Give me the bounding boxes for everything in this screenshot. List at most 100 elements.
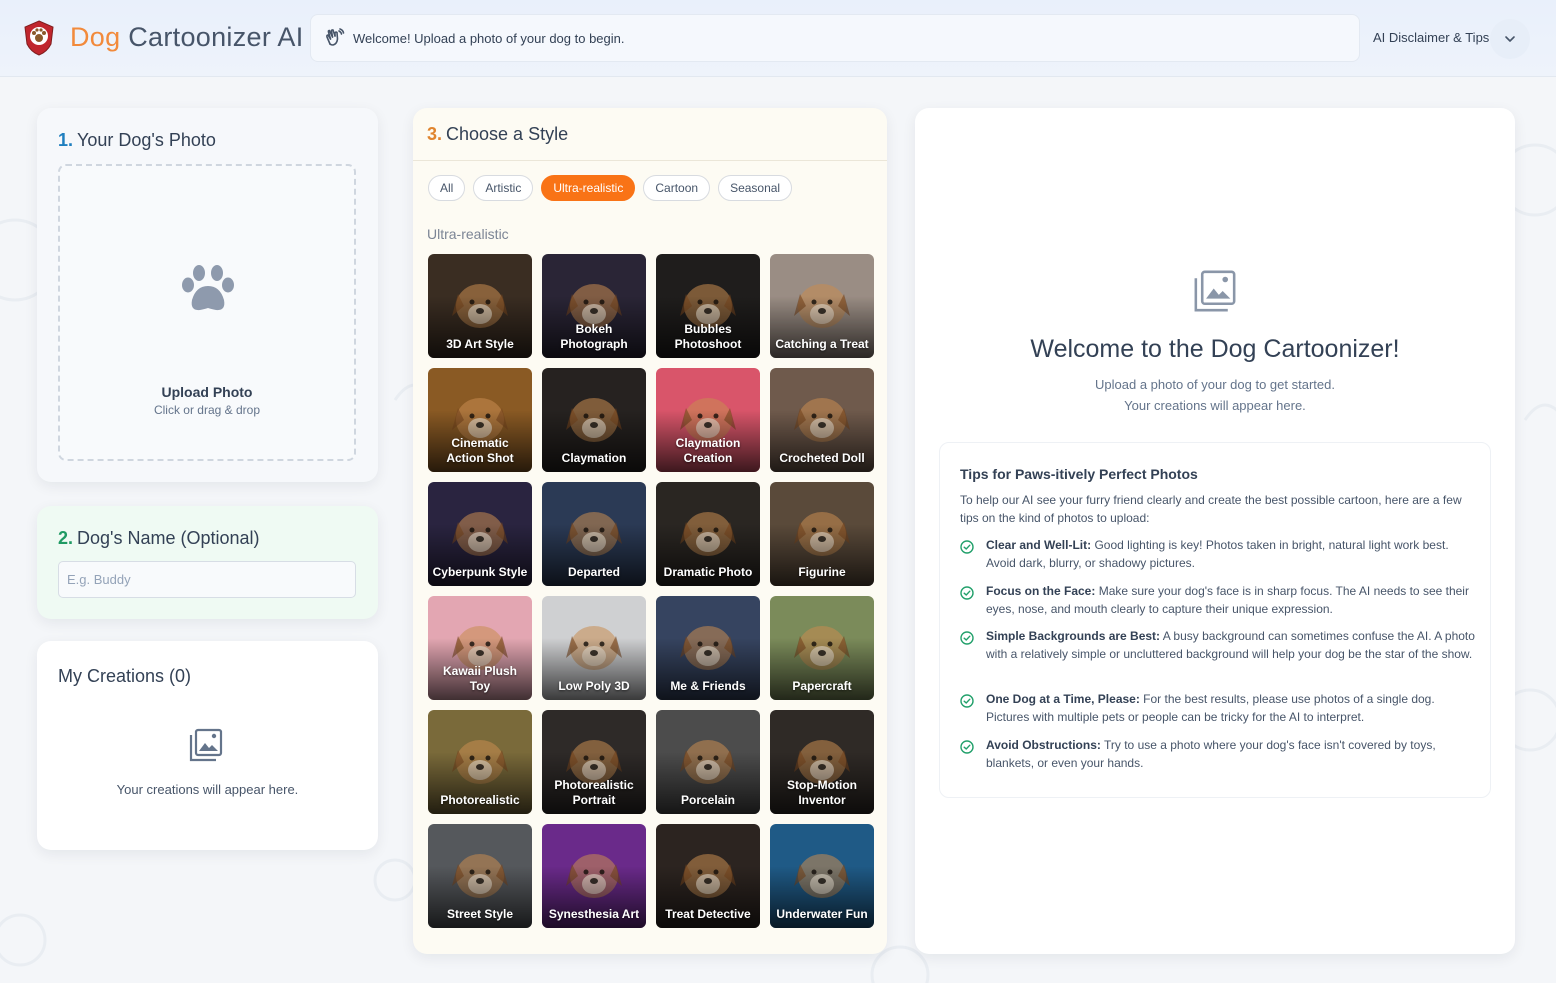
- style-tile-dramatic-photo[interactable]: Dramatic Photo: [656, 482, 760, 586]
- style-tile-claymation[interactable]: Claymation: [542, 368, 646, 472]
- style-tile-label: Me & Friends: [670, 679, 746, 693]
- creations-title: My Creations (0): [58, 666, 192, 686]
- welcome-subtitle-line: Upload a photo of your dog to get starte…: [1095, 377, 1335, 392]
- check-circle-icon: [960, 586, 974, 600]
- style-tile-bubbles-photoshoot[interactable]: Bubbles Photoshoot: [656, 254, 760, 358]
- tip-text: Simple Backgrounds are Best: A busy back…: [986, 628, 1478, 663]
- style-tile-papercraft[interactable]: Papercraft: [770, 596, 874, 700]
- dog-name-input[interactable]: [58, 561, 356, 598]
- style-tile-stop-motion-inventor[interactable]: Stop-Motion Inventor: [770, 710, 874, 814]
- style-tile-label: Bubbles Photoshoot: [674, 322, 742, 351]
- tip-heading: Focus on the Face:: [986, 584, 1096, 598]
- style-tile-label: Crocheted Doll: [779, 451, 865, 465]
- style-chooser-card: 3. Choose a Style All Artistic Ultra-realis…: [413, 108, 887, 954]
- upload-hint: Click or drag & drop: [153, 403, 261, 417]
- tip-text: Clear and Well-Lit: Good lighting is key…: [986, 537, 1478, 572]
- style-tile-label: Bokeh Photograph: [560, 322, 628, 351]
- style-tile-claymation-creation[interactable]: Claymation Creation: [656, 368, 760, 472]
- tip-heading: One Dog at a Time, Please:: [986, 692, 1140, 706]
- style-tile-me-friends[interactable]: Me & Friends: [656, 596, 760, 700]
- style-tile-photorealistic[interactable]: Photorealistic: [428, 710, 532, 814]
- filter-tab-cartoon[interactable]: Cartoon: [643, 175, 711, 201]
- style-tile-label: Cinematic Action Shot: [446, 436, 514, 465]
- result-panel: Welcome to the Dog Cartoonizer! Upload a…: [915, 108, 1515, 954]
- step-number: 1.: [58, 130, 74, 150]
- disclaimer-toggle-label[interactable]: AI Disclaimer & Tips: [1373, 30, 1489, 45]
- style-tile-label: Dramatic Photo: [663, 565, 753, 579]
- check-circle-icon: [960, 631, 974, 645]
- tips-box: Tips for Paws-itively Perfect Photos To …: [939, 442, 1491, 798]
- style-tile-label: Synesthesia Art: [548, 907, 640, 921]
- style-tile-label: 3D Art Style: [446, 337, 514, 351]
- style-tile-photorealistic-portrait[interactable]: Photorealistic Portrait: [542, 710, 646, 814]
- style-tile-bokeh-photograph[interactable]: Bokeh Photograph: [542, 254, 646, 358]
- style-tile-treat-detective[interactable]: Treat Detective: [656, 824, 760, 928]
- welcome-subtitle: Upload a photo of your dog to get starte…: [915, 374, 1515, 416]
- disclaimer-toggle-button[interactable]: [1490, 19, 1530, 59]
- style-tile-synesthesia-art[interactable]: Synesthesia Art: [542, 824, 646, 928]
- photo-card-title-text: Your Dog's Photo: [77, 130, 216, 150]
- style-tile-kawaii-plush-toy[interactable]: Kawaii Plush Toy: [428, 596, 532, 700]
- tips-title: Tips for Paws-itively Perfect Photos: [960, 466, 1198, 482]
- my-creations-card: My Creations (0) Your creations will app…: [37, 641, 378, 850]
- image-gallery-icon: [189, 728, 223, 762]
- step-number: 2.: [58, 528, 74, 548]
- name-card-title: 2. Dog's Name (Optional): [58, 528, 260, 549]
- style-tile-3d-art-style[interactable]: 3D Art Style: [428, 254, 532, 358]
- creations-empty-text: Your creations will appear here.: [116, 782, 299, 797]
- photo-upload-card: 1. Your Dog's Photo Upload Photo Click or…: [37, 108, 378, 482]
- style-card-title: 3. Choose a Style: [427, 124, 568, 145]
- dog-name-card: 2. Dog's Name (Optional): [37, 506, 378, 619]
- style-tile-catching-a-treat[interactable]: Catching a Treat: [770, 254, 874, 358]
- filter-tab-all[interactable]: All: [428, 175, 466, 201]
- style-tile-label: Stop-Motion Inventor: [787, 778, 857, 807]
- tip-text: Avoid Obstructions: Try to use a photo w…: [986, 737, 1478, 772]
- tip-heading: Avoid Obstructions:: [986, 738, 1101, 752]
- welcome-subtitle-line: Your creations will appear here.: [1124, 398, 1306, 413]
- tip-heading: Clear and Well-Lit:: [986, 538, 1092, 552]
- status-bar: Welcome! Upload a photo of your dog to b…: [310, 14, 1360, 62]
- style-tile-label: Underwater Fun: [776, 907, 868, 921]
- style-tile-departed[interactable]: Departed: [542, 482, 646, 586]
- style-tile-crocheted-doll[interactable]: Crocheted Doll: [770, 368, 874, 472]
- style-tile-street-style[interactable]: Street Style: [428, 824, 532, 928]
- welcome-title: Welcome to the Dog Cartoonizer!: [1030, 335, 1400, 363]
- style-filter-tabs: All Artistic Ultra-realistic Cartoon Seasona…: [428, 175, 793, 201]
- filter-tab-artistic[interactable]: Artistic: [473, 175, 534, 201]
- check-circle-icon: [960, 740, 974, 754]
- style-tile-label: Street Style: [446, 907, 514, 921]
- tip-text: Focus on the Face: Make sure your dog's …: [986, 583, 1478, 618]
- style-tile-label: Kawaii Plush Toy: [442, 664, 518, 693]
- style-tile-label: Claymation Creation: [675, 436, 741, 465]
- style-tile-figurine[interactable]: Figurine: [770, 482, 874, 586]
- style-grid: 3D Art Style Bokeh Photograph Bubbles Phot…: [428, 254, 874, 928]
- divider: [413, 160, 887, 161]
- check-circle-icon: [960, 694, 974, 708]
- style-tile-underwater-fun[interactable]: Underwater Fun: [770, 824, 874, 928]
- wave-hand-icon: [326, 28, 345, 46]
- style-tile-label: Papercraft: [792, 679, 852, 693]
- style-tile-label: Cyberpunk Style: [432, 565, 528, 579]
- step-number: 3.: [427, 124, 443, 144]
- style-tile-label: Low Poly 3D: [558, 679, 630, 693]
- name-card-title-text: Dog's Name (Optional): [77, 528, 260, 548]
- photo-dropzone[interactable]: Upload Photo Click or drag & drop: [58, 164, 356, 461]
- app-header: Dog Cartoonizer AI Welcome! Upload a pho…: [0, 0, 1556, 77]
- style-tile-label: Figurine: [798, 565, 846, 579]
- style-tile-label: Catching a Treat: [775, 337, 869, 351]
- filter-tab-seasonal[interactable]: Seasonal: [718, 175, 793, 201]
- tip-heading: Simple Backgrounds are Best:: [986, 629, 1161, 643]
- style-tile-cinematic-action-shot[interactable]: Cinematic Action Shot: [428, 368, 532, 472]
- style-tile-porcelain[interactable]: Porcelain: [656, 710, 760, 814]
- filter-tab-ultra-realistic[interactable]: Ultra-realistic: [541, 175, 636, 201]
- style-tile-label: Claymation: [561, 451, 627, 465]
- check-circle-icon: [960, 540, 974, 554]
- tip-text: One Dog at a Time, Please: For the best …: [986, 691, 1478, 726]
- dog-badge-logo: [24, 20, 54, 56]
- style-tile-label: Photorealistic: [440, 793, 520, 807]
- style-section-label: Ultra-realistic: [427, 226, 509, 242]
- style-tile-low-poly-3d[interactable]: Low Poly 3D: [542, 596, 646, 700]
- style-tile-cyberpunk-style[interactable]: Cyberpunk Style: [428, 482, 532, 586]
- style-card-title-text: Choose a Style: [446, 124, 569, 144]
- style-tile-label: Departed: [567, 565, 620, 579]
